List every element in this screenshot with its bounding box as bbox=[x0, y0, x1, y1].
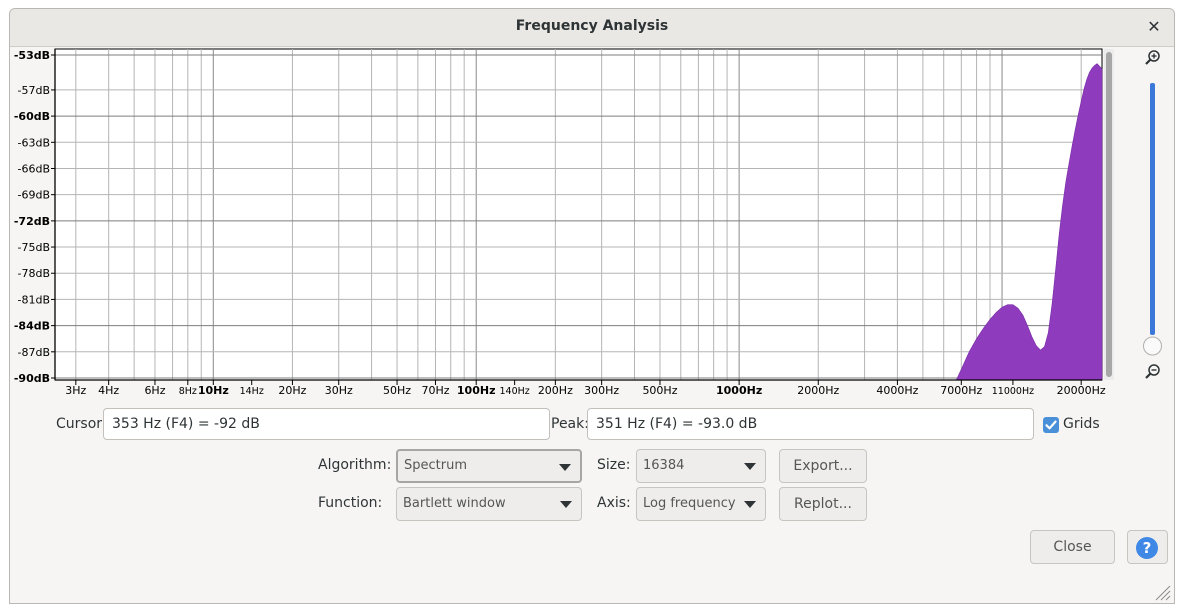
x-tick-label: 3Hz bbox=[65, 384, 86, 397]
y-tick-label: -63dB bbox=[18, 136, 51, 149]
chevron-down-icon bbox=[559, 464, 571, 471]
zoom-slider-handle[interactable] bbox=[1143, 336, 1162, 356]
algorithm-value: Spectrum bbox=[404, 458, 467, 473]
export-button[interactable]: Export... bbox=[779, 449, 867, 483]
y-tick-label: -78dB bbox=[18, 267, 51, 280]
y-tick-label: -60dB bbox=[14, 110, 50, 123]
spectrum-plot: -53dB -57dB -60dB -63dB -66dB -69dB -72dB -75dB… bbox=[14, 48, 1171, 601]
y-tick-label: -53dB bbox=[14, 49, 50, 62]
algorithm-select[interactable]: Spectrum bbox=[396, 449, 582, 483]
chevron-down-icon bbox=[744, 501, 756, 508]
x-tick-label: 4Hz bbox=[98, 384, 119, 397]
function-label: Function: bbox=[318, 495, 383, 511]
size-select[interactable]: 16384 bbox=[636, 449, 766, 483]
zoom-out-icon[interactable] bbox=[1145, 364, 1160, 379]
x-tick-label: 500Hz bbox=[642, 384, 677, 397]
grids-checkbox[interactable] bbox=[1043, 417, 1059, 433]
x-tick-label: 20000Hz bbox=[1057, 384, 1106, 397]
help-icon: ? bbox=[1136, 537, 1158, 559]
x-tick-label: 100Hz bbox=[457, 384, 496, 397]
x-tick-label: 7000Hz bbox=[940, 384, 982, 397]
zoom-in-icon[interactable] bbox=[1145, 50, 1160, 65]
axis-label: Axis: bbox=[597, 495, 631, 511]
y-tick-label: -90dB bbox=[14, 372, 50, 385]
y-tick-label: -57dB bbox=[18, 84, 51, 97]
x-tick-label: 20Hz bbox=[278, 384, 306, 397]
x-tick-label: 11000Hz bbox=[992, 386, 1034, 397]
y-tick-label: -75dB bbox=[18, 241, 51, 254]
plot-scrollbar-thumb[interactable] bbox=[1106, 52, 1112, 377]
y-tick-label: -81dB bbox=[18, 293, 51, 306]
zoom-slider-track[interactable] bbox=[1150, 83, 1155, 335]
peak-label: Peak: bbox=[551, 416, 589, 432]
axis-select[interactable]: Log frequency bbox=[636, 487, 766, 521]
x-tick-label: 140Hz bbox=[499, 386, 529, 397]
chevron-down-icon bbox=[744, 463, 756, 470]
x-tick-label: 1000Hz bbox=[716, 384, 762, 397]
x-axis-ticks: 3Hz 4Hz 6Hz 8Hz 10Hz 14Hz 20Hz 30Hz 50Hz 70Hz 100H… bbox=[65, 380, 1106, 397]
size-value: 16384 bbox=[643, 458, 685, 473]
y-tick-label: -84dB bbox=[14, 320, 50, 333]
x-tick-label: 30Hz bbox=[325, 384, 353, 397]
peak-field[interactable]: 351 Hz (F4) = -93.0 dB bbox=[587, 408, 1034, 440]
y-tick-label: -87dB bbox=[18, 346, 51, 359]
x-tick-label: 8Hz bbox=[179, 386, 197, 397]
x-tick-label: 4000Hz bbox=[876, 384, 918, 397]
x-tick-label: 2000Hz bbox=[797, 384, 839, 397]
y-axis-ticks: -53dB -57dB -60dB -63dB -66dB -69dB -72dB -75dB… bbox=[14, 49, 55, 385]
x-tick-label: 70Hz bbox=[421, 384, 449, 397]
function-value: Bartlett window bbox=[403, 496, 506, 511]
replot-button[interactable]: Replot... bbox=[779, 487, 867, 521]
close-button[interactable]: Close bbox=[1030, 530, 1115, 564]
y-tick-label: -66dB bbox=[18, 162, 51, 175]
x-tick-label: 200Hz bbox=[538, 384, 573, 397]
x-tick-label: 300Hz bbox=[584, 384, 619, 397]
y-tick-label: -69dB bbox=[18, 189, 51, 202]
x-tick-label: 6Hz bbox=[144, 384, 165, 397]
cursor-label: Cursor: bbox=[56, 416, 107, 432]
grids-label: Grids bbox=[1063, 416, 1100, 432]
cursor-field[interactable]: 353 Hz (F4) = -92 dB bbox=[103, 408, 550, 440]
chevron-down-icon bbox=[560, 501, 572, 508]
y-tick-label: -72dB bbox=[14, 215, 50, 228]
axis-value: Log frequency bbox=[643, 496, 736, 511]
x-tick-label: 14Hz bbox=[240, 386, 264, 397]
plot-area[interactable] bbox=[54, 48, 1103, 381]
x-tick-label: 50Hz bbox=[383, 384, 411, 397]
function-select[interactable]: Bartlett window bbox=[396, 487, 582, 521]
checkmark-icon bbox=[1045, 420, 1057, 430]
algorithm-label: Algorithm: bbox=[318, 457, 392, 473]
size-label: Size: bbox=[597, 457, 631, 473]
help-button[interactable]: ? bbox=[1127, 530, 1168, 564]
resize-grip-icon[interactable] bbox=[1155, 585, 1171, 601]
x-tick-label: 10Hz bbox=[198, 384, 229, 397]
